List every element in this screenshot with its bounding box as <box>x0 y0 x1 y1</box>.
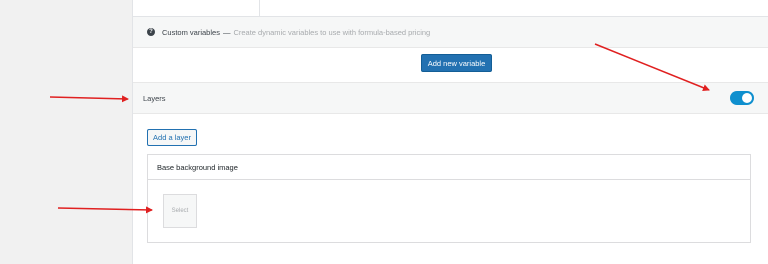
base-background-image-label: Base background image <box>148 155 750 180</box>
help-icon[interactable]: ? <box>147 28 155 36</box>
layers-row: Layers <box>133 82 768 114</box>
select-image-button[interactable]: Select <box>163 194 197 228</box>
layers-toggle[interactable] <box>730 91 754 105</box>
layers-label: Layers <box>143 94 166 103</box>
custom-variables-row: ? Custom variables — Create dynamic vari… <box>133 17 768 48</box>
column-divider <box>259 0 260 16</box>
layer-box: Base background image Select <box>147 154 751 243</box>
custom-variables-description: Create dynamic variables to use with for… <box>233 27 431 37</box>
top-row <box>133 0 768 17</box>
settings-panel: ? Custom variables — Create dynamic vari… <box>132 0 768 264</box>
add-layer-button[interactable]: Add a layer <box>147 129 197 146</box>
add-new-variable-button[interactable]: Add new variable <box>421 54 492 72</box>
toggle-knob <box>742 93 752 103</box>
arrow-annotation-icon <box>49 95 129 103</box>
custom-variables-separator: — <box>222 27 231 37</box>
custom-variables-title: Custom variables <box>162 27 220 37</box>
